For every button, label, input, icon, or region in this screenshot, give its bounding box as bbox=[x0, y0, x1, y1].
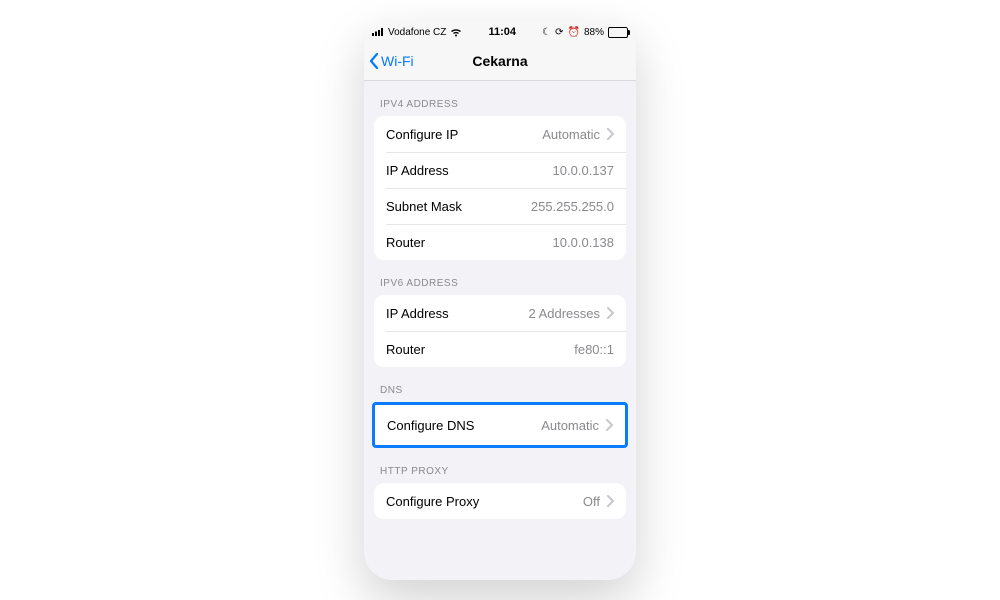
status-bar: Vodafone CZ 11:04 ☾ ⟳ ⏰ 88% bbox=[364, 20, 636, 42]
back-label: Wi-Fi bbox=[381, 53, 414, 69]
bottom-spacer bbox=[364, 519, 636, 539]
row-value: 10.0.0.137 bbox=[553, 163, 614, 178]
group-ipv6: IP Address 2 Addresses Router fe80::1 bbox=[374, 295, 626, 367]
section-header-ipv4: IPV4 ADDRESS bbox=[364, 81, 636, 116]
dnd-moon-icon: ☾ bbox=[542, 27, 551, 38]
chevron-right-icon bbox=[606, 128, 614, 140]
row-configure-ip[interactable]: Configure IP Automatic bbox=[374, 116, 626, 152]
row-label: Router bbox=[386, 342, 574, 357]
status-right: ☾ ⟳ ⏰ 88% bbox=[542, 27, 628, 38]
group-proxy: Configure Proxy Off bbox=[374, 483, 626, 519]
status-left: Vodafone CZ bbox=[372, 27, 462, 38]
row-configure-proxy[interactable]: Configure Proxy Off bbox=[374, 483, 626, 519]
row-value: 10.0.0.138 bbox=[553, 235, 614, 250]
row-subnet-mask: Subnet Mask 255.255.255.0 bbox=[374, 188, 626, 224]
battery-percent: 88% bbox=[584, 27, 604, 38]
phone-frame: Vodafone CZ 11:04 ☾ ⟳ ⏰ 88% Wi-Fi Cekarn… bbox=[364, 20, 636, 580]
settings-scroll[interactable]: IPV4 ADDRESS Configure IP Automatic IP A… bbox=[364, 81, 636, 580]
row-label: IP Address bbox=[386, 306, 528, 321]
nav-title: Cekarna bbox=[472, 53, 527, 69]
wifi-icon bbox=[450, 28, 462, 37]
row-label: Configure Proxy bbox=[386, 494, 583, 509]
row-value: Automatic bbox=[542, 127, 600, 142]
orientation-lock-icon: ⟳ bbox=[555, 27, 563, 38]
nav-bar: Wi-Fi Cekarna bbox=[364, 42, 636, 81]
section-header-proxy: HTTP PROXY bbox=[364, 448, 636, 483]
battery-icon bbox=[608, 27, 628, 38]
alarm-icon: ⏰ bbox=[568, 27, 580, 38]
chevron-right-icon bbox=[605, 419, 613, 431]
row-value: fe80::1 bbox=[574, 342, 614, 357]
chevron-right-icon bbox=[606, 495, 614, 507]
back-button[interactable]: Wi-Fi bbox=[368, 52, 414, 70]
row-value: Off bbox=[583, 494, 600, 509]
cellular-signal-icon bbox=[372, 28, 384, 36]
row-configure-dns[interactable]: Configure DNS Automatic bbox=[375, 405, 625, 445]
row-router-v6: Router fe80::1 bbox=[374, 331, 626, 367]
row-value: Automatic bbox=[541, 418, 599, 433]
row-value: 2 Addresses bbox=[528, 306, 600, 321]
row-ip-address-v6[interactable]: IP Address 2 Addresses bbox=[374, 295, 626, 331]
section-header-dns: DNS bbox=[364, 367, 636, 402]
row-label: Router bbox=[386, 235, 553, 250]
row-router-v4: Router 10.0.0.138 bbox=[374, 224, 626, 260]
chevron-left-icon bbox=[368, 52, 380, 70]
stage: Vodafone CZ 11:04 ☾ ⟳ ⏰ 88% Wi-Fi Cekarn… bbox=[0, 0, 1000, 600]
highlight-configure-dns: Configure DNS Automatic bbox=[372, 402, 628, 448]
group-ipv4: Configure IP Automatic IP Address 10.0.0… bbox=[374, 116, 626, 260]
section-header-ipv6: IPV6 ADDRESS bbox=[364, 260, 636, 295]
row-label: Configure DNS bbox=[387, 418, 541, 433]
status-time: 11:04 bbox=[489, 26, 517, 38]
carrier-label: Vodafone CZ bbox=[388, 27, 446, 38]
row-label: Configure IP bbox=[386, 127, 542, 142]
row-ip-address-v4: IP Address 10.0.0.137 bbox=[374, 152, 626, 188]
chevron-right-icon bbox=[606, 307, 614, 319]
row-label: Subnet Mask bbox=[386, 199, 531, 214]
row-value: 255.255.255.0 bbox=[531, 199, 614, 214]
row-label: IP Address bbox=[386, 163, 553, 178]
